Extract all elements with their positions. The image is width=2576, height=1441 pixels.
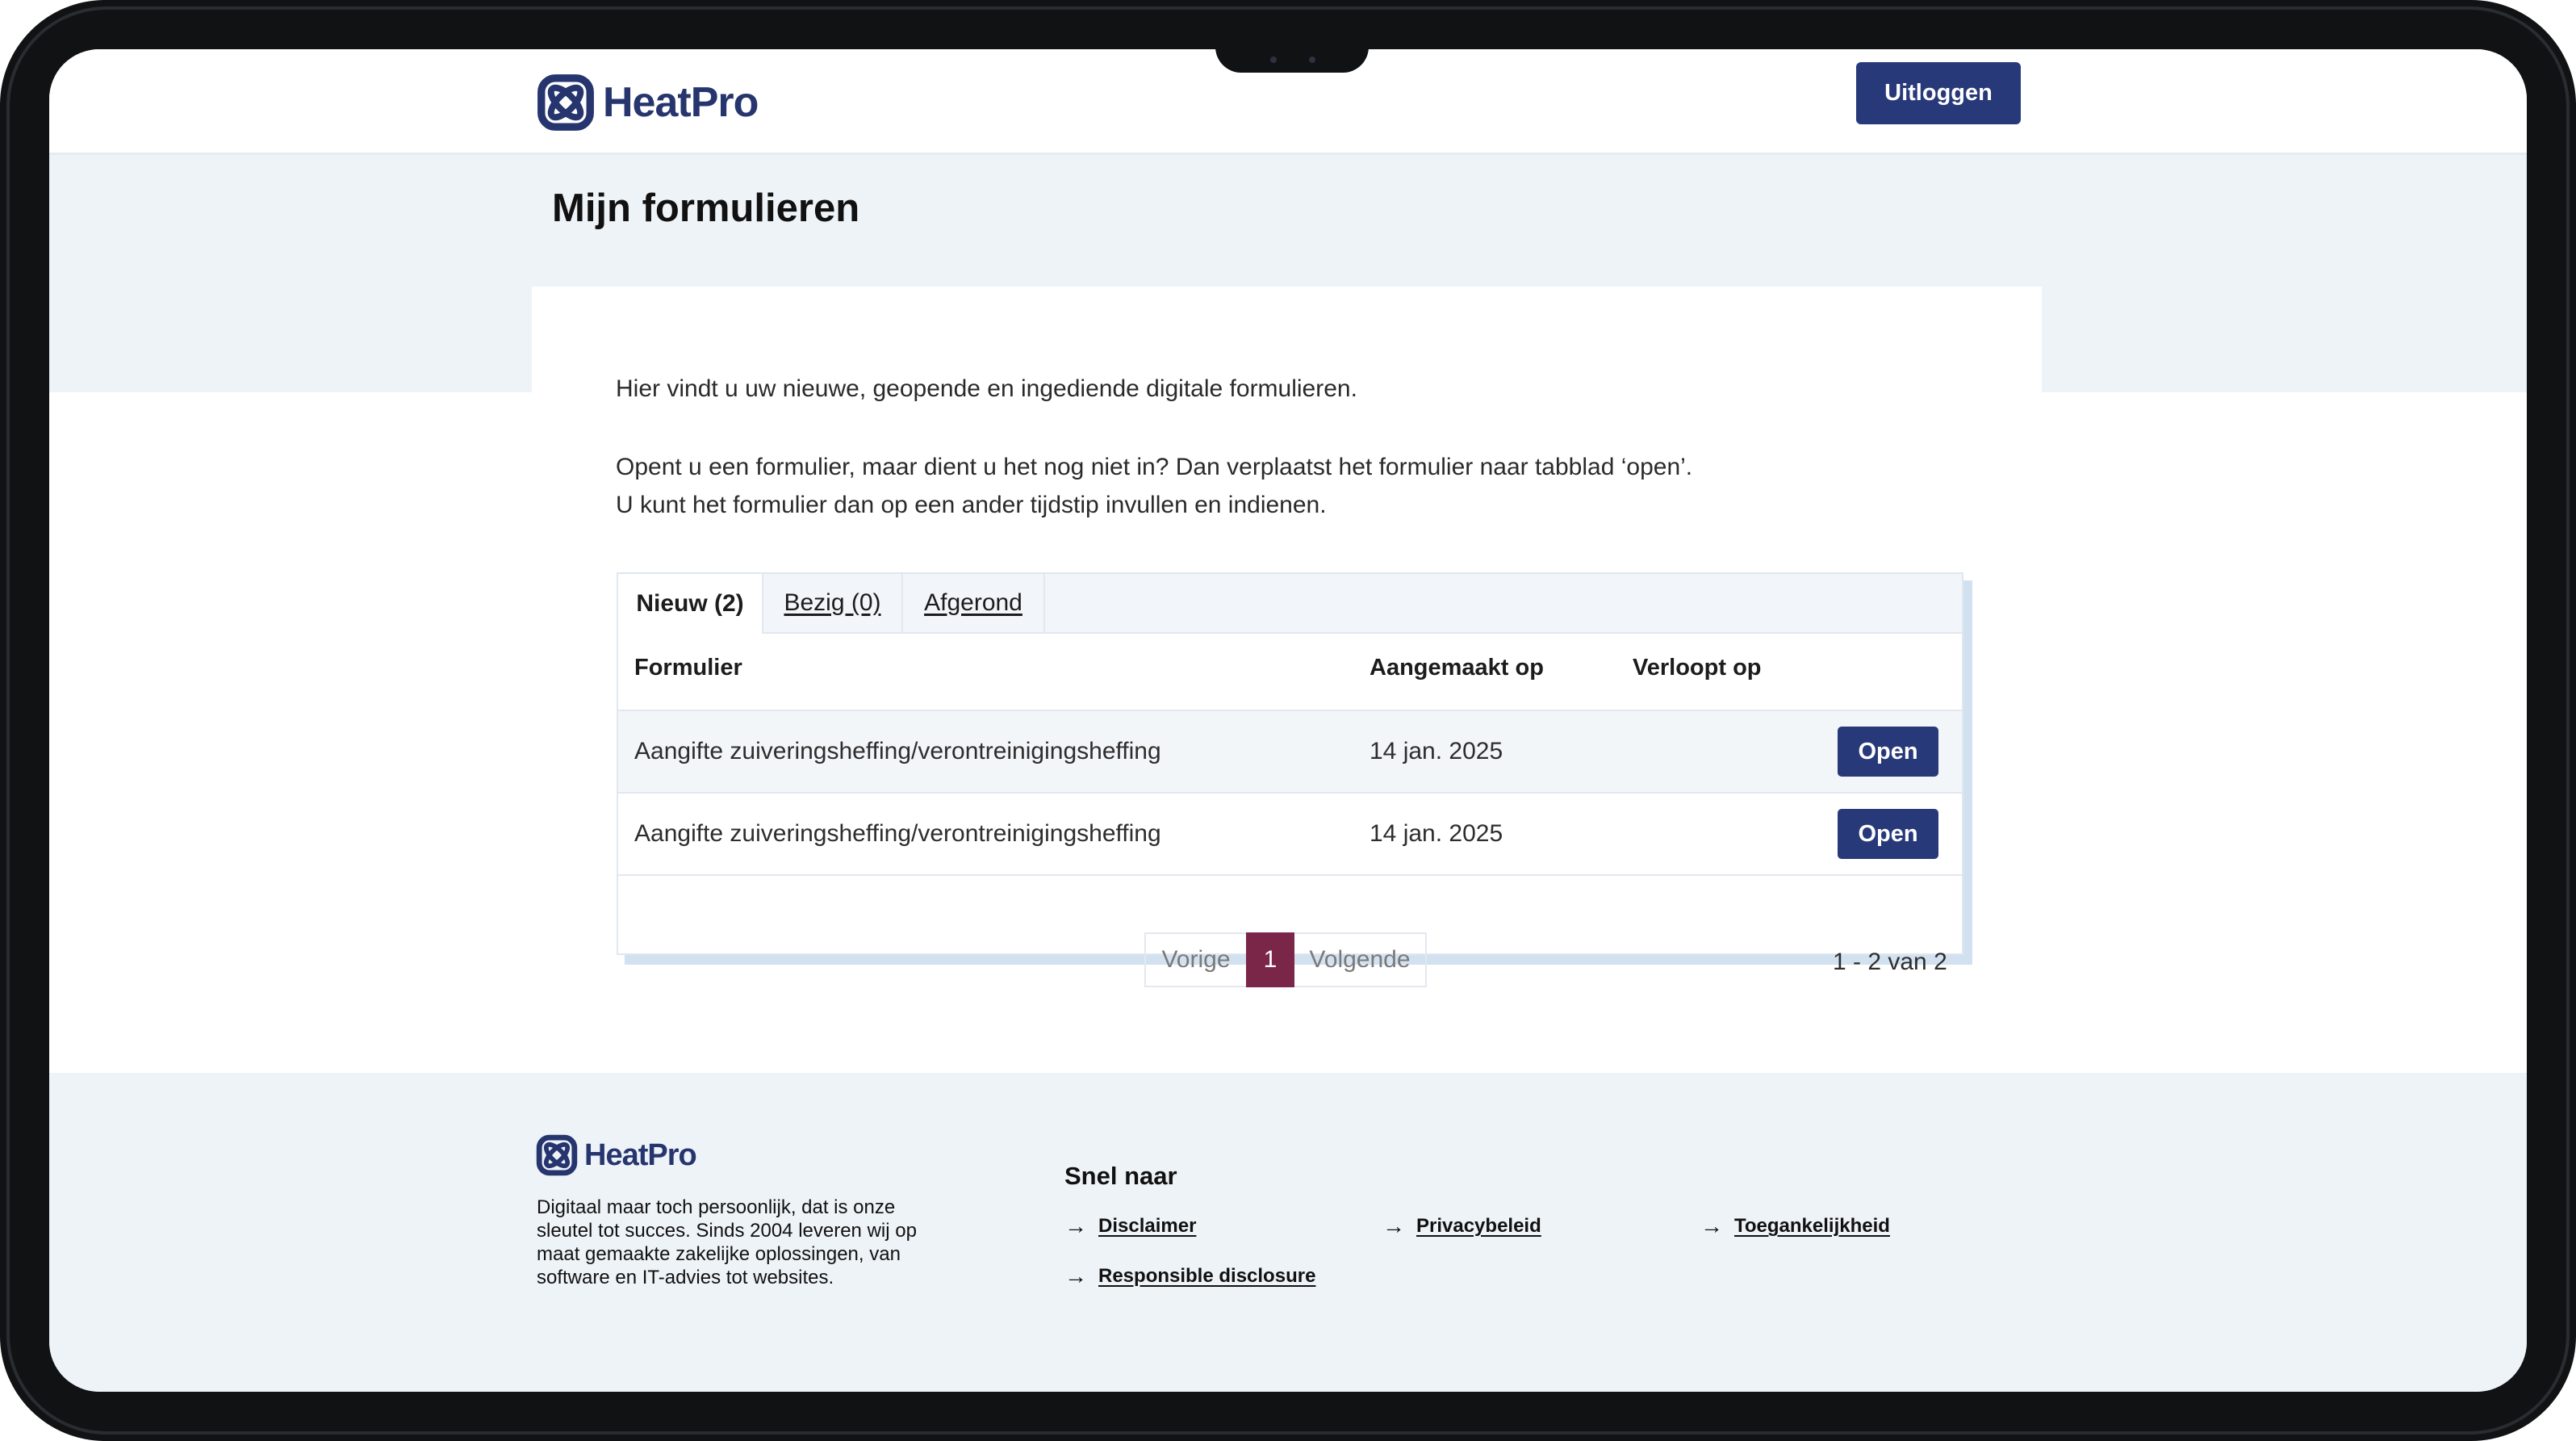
row-created-date: 14 jan. 2025: [1370, 738, 1503, 764]
footer-description: Digitaal maar toch persoonlijk, dat is o…: [537, 1196, 917, 1288]
footer-link-label: Toegankelijkheid: [1734, 1215, 1890, 1237]
arrow-right-icon: →: [1064, 1263, 1087, 1288]
camera-sensor: [1270, 57, 1277, 63]
pagination-next[interactable]: Volgende: [1294, 932, 1427, 987]
tab-label: Afgerond: [924, 589, 1022, 616]
footer-logo[interactable]: HeatPro: [536, 1133, 697, 1178]
forms-card: Nieuw (2) Bezig (0) Afgerond Formulier A…: [617, 572, 1963, 987]
pagination: Vorige 1 Volgende: [1144, 932, 1427, 987]
column-header-verloopt: Verloopt op: [1633, 655, 1762, 681]
page-title: Mijn formulieren: [552, 186, 860, 230]
browser-viewport: HeatPro Uitloggen Mijn formulieren Hier …: [49, 49, 2527, 1392]
row-form-name: Aangifte zuiveringsheffing/verontreinigi…: [634, 738, 1161, 764]
intro-text-open-tab: Opent u een formulier, maar dient u het …: [616, 454, 1693, 480]
result-count: 1 - 2 van 2: [1833, 949, 1947, 975]
footer-link-label: Responsible disclosure: [1098, 1265, 1316, 1287]
logo-wordmark: HeatPro: [603, 79, 759, 126]
open-form-button[interactable]: Open: [1838, 809, 1938, 859]
footer-link-label: Disclaimer: [1098, 1215, 1197, 1237]
intro-text: Hier vindt u uw nieuwe, geopende en inge…: [616, 375, 1357, 402]
row-divider: [618, 874, 1962, 876]
intro-text-later: U kunt het formulier dan op een ander ti…: [616, 492, 1327, 518]
heatpro-logo-icon: [536, 1134, 578, 1176]
open-form-button[interactable]: Open: [1838, 727, 1938, 777]
camera-lens: [1309, 57, 1315, 63]
arrow-right-icon: →: [1700, 1213, 1723, 1238]
column-header-aangemaakt: Aangemaakt op: [1370, 655, 1544, 681]
tab-bezig[interactable]: Bezig (0): [763, 574, 903, 632]
site-footer: [49, 1073, 2527, 1392]
footer-link-disclaimer[interactable]: → Disclaimer: [1064, 1213, 1196, 1239]
row-created-date: 14 jan. 2025: [1370, 820, 1503, 847]
logo-wordmark: HeatPro: [584, 1137, 697, 1172]
camera-notch: [1215, 47, 1369, 73]
header-logo[interactable]: HeatPro: [537, 72, 759, 133]
column-header-formulier: Formulier: [634, 655, 742, 681]
footer-link-label: Privacybeleid: [1416, 1215, 1541, 1237]
heatpro-logo-icon: [537, 74, 594, 131]
tab-nieuw[interactable]: Nieuw (2): [618, 574, 763, 634]
pagination-page-current[interactable]: 1: [1246, 932, 1294, 987]
tab-label: Bezig (0): [784, 589, 881, 616]
arrow-right-icon: →: [1064, 1213, 1087, 1238]
row-form-name: Aangifte zuiveringsheffing/verontreinigi…: [634, 820, 1161, 847]
tab-label: Nieuw (2): [636, 590, 744, 617]
tab-afgerond[interactable]: Afgerond: [903, 574, 1045, 632]
footer-link-toegankelijkheid[interactable]: → Toegankelijkheid: [1700, 1213, 1890, 1239]
pagination-prev[interactable]: Vorige: [1144, 932, 1246, 987]
footer-heading: Snel naar: [1064, 1162, 1177, 1190]
arrow-right-icon: →: [1382, 1213, 1405, 1238]
footer-link-responsible-disclosure[interactable]: → Responsible disclosure: [1064, 1263, 1315, 1289]
footer-link-privacybeleid[interactable]: → Privacybeleid: [1382, 1213, 1541, 1239]
logout-button[interactable]: Uitloggen: [1856, 62, 2021, 124]
